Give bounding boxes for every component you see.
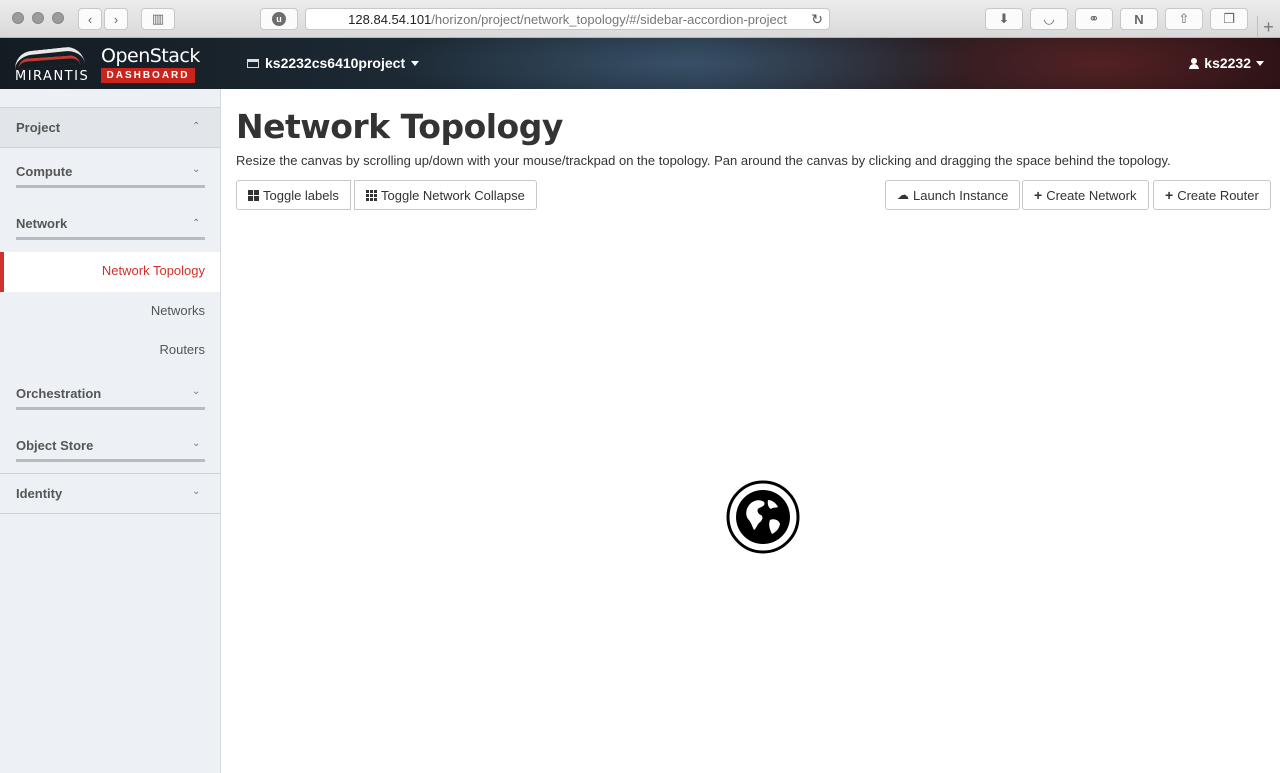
external-network-globe-icon[interactable]	[726, 480, 800, 554]
sidebar-item-label: Network Topology	[101, 263, 205, 278]
pocket-button[interactable]: ◡	[1030, 8, 1068, 30]
link-icon: ⚭	[1088, 11, 1100, 26]
browser-toolbar: ‹ › ▥ u 128.84.54.101/horizon/project/ne…	[0, 0, 1280, 38]
reload-icon[interactable]: ↻	[811, 11, 823, 28]
zoom-window-button[interactable]	[52, 12, 64, 24]
tabs-icon: ❐	[1223, 11, 1235, 26]
sidebar-panel-project[interactable]: Project ⌃	[0, 107, 220, 148]
sidebar-item-routers[interactable]: Routers	[159, 342, 205, 357]
caret-down-icon	[1256, 60, 1264, 66]
launch-instance-button[interactable]: ☁ Launch Instance	[885, 180, 1021, 210]
onenote-button[interactable]: N	[1120, 8, 1158, 30]
create-router-button[interactable]: + Create Router	[1153, 180, 1271, 210]
sidebar-heading-compute: Compute	[16, 164, 73, 179]
launch-instance-label: Launch Instance	[913, 187, 1009, 203]
chevron-right-icon: ›	[113, 11, 119, 27]
minimize-window-button[interactable]	[32, 12, 44, 24]
extension2-button[interactable]: ⚭	[1075, 8, 1113, 30]
sidebar-heading-network: Network	[16, 216, 68, 231]
sidebar-icon: ▥	[151, 11, 165, 26]
chevron-down-icon: ⌄	[192, 486, 201, 497]
url-host: 128.84.54.101	[348, 11, 432, 27]
forward-button[interactable]: ›	[104, 8, 128, 30]
mirantis-wordmark: MIRANTIS	[15, 69, 90, 84]
onenote-icon: N	[1134, 11, 1144, 27]
sidebar-heading-identity: Identity	[16, 486, 63, 501]
close-window-button[interactable]	[12, 12, 24, 24]
create-network-button[interactable]: + Create Network	[1022, 180, 1149, 210]
toggle-collapse-label: Toggle Network Collapse	[381, 187, 525, 203]
share-icon: ⇧	[1178, 11, 1190, 26]
help-text: Resize the canvas by scrolling up/down w…	[236, 153, 1171, 168]
sidebar-heading-object-store: Object Store	[16, 438, 94, 453]
address-bar[interactable]: 128.84.54.101/horizon/project/network_to…	[305, 8, 830, 30]
tabs-button[interactable]: ❐	[1210, 8, 1248, 30]
project-name: ks2232cs6410project	[265, 55, 406, 71]
openstack-wordmark: OpenStack	[101, 45, 200, 67]
page-title: Network Topology	[236, 107, 563, 146]
th-icon	[366, 189, 377, 201]
sidebar-item-networks[interactable]: Networks	[151, 303, 205, 318]
toggle-labels-label: Toggle labels	[263, 187, 339, 203]
downloads-button[interactable]: ⬇	[985, 8, 1023, 30]
extension-button[interactable]: u	[260, 8, 298, 30]
chevron-down-icon: ⌄	[192, 386, 201, 397]
create-router-label: Create Router	[1177, 187, 1259, 203]
chevron-down-icon: ⌄	[192, 164, 201, 175]
ublock-icon: u	[272, 12, 286, 26]
chevron-up-icon: ⌃	[192, 121, 201, 132]
plus-icon: +	[1034, 187, 1043, 203]
download-icon: ⬇	[998, 11, 1010, 26]
chevron-left-icon: ‹	[87, 11, 93, 27]
top-navbar: MIRANTIS OpenStack DASHBOARD ks2232cs641…	[0, 38, 1280, 89]
th-large-icon	[248, 189, 259, 201]
dashboard-wordmark: DASHBOARD	[101, 68, 195, 83]
create-network-label: Create Network	[1046, 187, 1137, 203]
plus-icon: +	[1165, 187, 1174, 203]
sidebar: Project ⌃ Compute ⌄ Network ⌃ Network To…	[0, 89, 221, 773]
sidebar-panel-identity[interactable]: Identity ⌄	[0, 473, 220, 514]
chevron-up-icon: ⌃	[192, 218, 201, 229]
openstack-logo[interactable]: OpenStack DASHBOARD	[101, 45, 200, 83]
chevron-down-icon: ⌄	[192, 438, 201, 449]
cloud-upload-icon: ☁	[897, 188, 909, 202]
new-tab-button[interactable]: +	[1257, 16, 1279, 38]
user-menu[interactable]: ks2232	[1189, 55, 1264, 71]
toggle-labels-button[interactable]: Toggle labels	[236, 180, 351, 210]
sidebar-heading-project: Project	[16, 120, 61, 135]
project-icon	[247, 58, 259, 68]
mirantis-logo[interactable]: MIRANTIS	[12, 45, 90, 85]
sidebar-item-network-topology[interactable]: Network Topology	[0, 252, 220, 292]
caret-down-icon	[411, 60, 420, 66]
user-icon	[1189, 57, 1200, 69]
url-path: /horizon/project/network_topology/#/side…	[431, 11, 787, 27]
sidebar-toggle-button[interactable]: ▥	[141, 8, 175, 30]
back-button[interactable]: ‹	[78, 8, 102, 30]
pocket-icon: ◡	[1043, 11, 1055, 26]
project-selector[interactable]: ks2232cs6410project	[247, 55, 420, 71]
sidebar-heading-orchestration: Orchestration	[16, 386, 102, 401]
toggle-network-collapse-button[interactable]: Toggle Network Collapse	[354, 180, 537, 210]
share-button[interactable]: ⇧	[1165, 8, 1203, 30]
user-name: ks2232	[1204, 55, 1251, 71]
plus-icon: +	[1263, 16, 1274, 37]
